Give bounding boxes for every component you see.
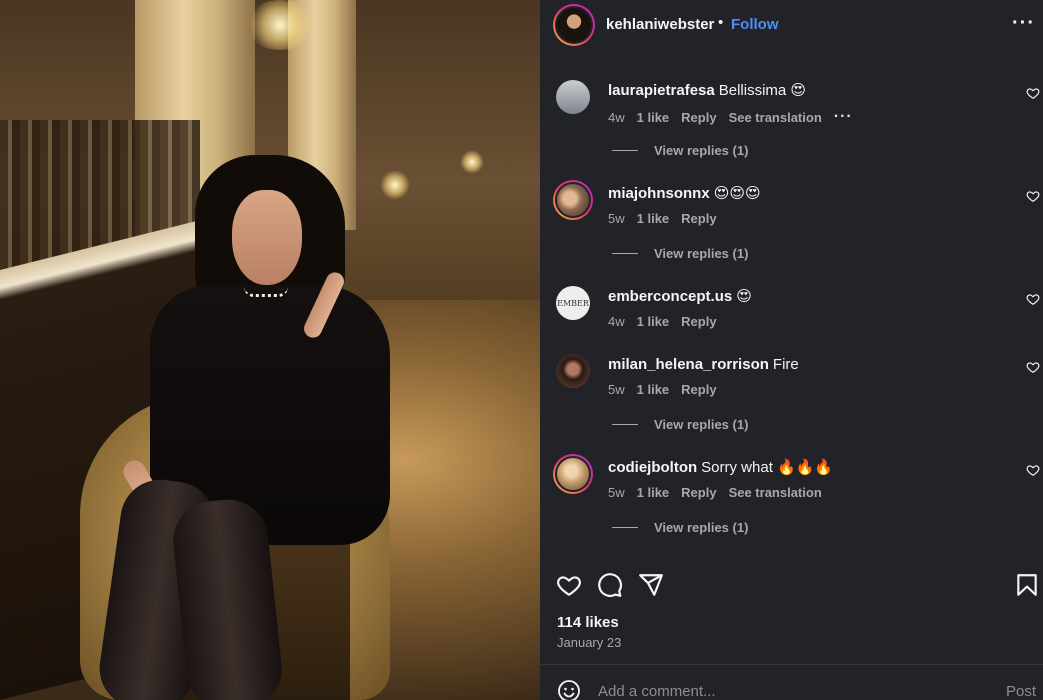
comment-username[interactable]: miajohnsonnx (608, 185, 710, 202)
comment-age: 4w (608, 109, 625, 125)
comment-likes[interactable]: 1 like (637, 211, 670, 226)
comment-likes[interactable]: 1 like (637, 314, 670, 329)
view-replies-label[interactable]: View replies (1) (654, 417, 748, 432)
comment-input[interactable] (598, 683, 978, 700)
comment-age: 5w (608, 211, 625, 226)
comment-avatar-logo: EMBER (557, 298, 589, 308)
comment-like-icon[interactable] (1026, 463, 1040, 477)
comment-likes[interactable]: 1 like (637, 382, 670, 397)
comment-likes[interactable]: 1 like (637, 485, 670, 500)
replies-line (612, 527, 638, 528)
view-replies-button[interactable]: View replies (1) (612, 520, 748, 535)
header-separator: • (718, 14, 724, 31)
comment-text: Sorry what 🔥🔥🔥 (701, 459, 834, 476)
comment-age: 5w (608, 382, 625, 397)
comment-username[interactable]: codiejbolton (608, 459, 697, 476)
comment-like-icon[interactable] (1026, 189, 1040, 203)
photo-chandelier (245, 0, 315, 50)
comment-text: Bellissima 😍 (718, 82, 807, 99)
send-icon[interactable] (638, 572, 664, 598)
see-translation-button[interactable]: See translation (729, 110, 822, 125)
likes-count[interactable]: 114 likes (557, 614, 619, 631)
post-viewer: kehlaniwebster • Follow ··· laurapietraf… (0, 0, 1043, 700)
comment-like-icon[interactable] (1026, 292, 1040, 306)
replies-line (612, 424, 638, 425)
view-replies-label[interactable]: View replies (1) (654, 143, 748, 158)
reply-button[interactable]: Reply (681, 485, 716, 500)
comment-composer: Post (540, 665, 1043, 700)
comment-likes[interactable]: 1 like (637, 110, 670, 125)
author-avatar[interactable] (553, 4, 595, 46)
bookmark-icon[interactable] (1014, 572, 1040, 598)
comment-avatar[interactable] (556, 354, 590, 388)
reply-button[interactable]: Reply (681, 211, 716, 226)
replies-line (612, 253, 638, 254)
comment-like-icon[interactable] (1026, 360, 1040, 374)
comment-age: 5w (608, 485, 625, 500)
comment-username[interactable]: laurapietrafesa (608, 82, 715, 99)
view-replies-label[interactable]: View replies (1) (654, 246, 748, 261)
view-replies-label[interactable]: View replies (1) (654, 520, 748, 535)
follow-button[interactable]: Follow (731, 16, 779, 33)
heart-icon[interactable] (556, 572, 582, 598)
comment-more-icon[interactable]: ··· (834, 108, 853, 126)
comment-text: 😍😍😍 (713, 185, 761, 202)
post-header: kehlaniwebster • Follow ··· (540, 0, 1043, 50)
reply-button[interactable]: Reply (681, 382, 716, 397)
comment-username[interactable]: emberconcept.us (608, 288, 732, 305)
see-translation-button[interactable]: See translation (729, 485, 822, 500)
post-photo[interactable] (0, 0, 540, 700)
emoji-icon[interactable] (557, 679, 581, 700)
comment-icon[interactable] (597, 572, 623, 598)
more-options-icon[interactable]: ··· (1012, 12, 1035, 35)
comment-text: 😍 (736, 288, 752, 305)
comments-panel: kehlaniwebster • Follow ··· laurapietraf… (540, 0, 1043, 700)
replies-line (612, 150, 638, 151)
comment-username[interactable]: milan_helena_rorrison (608, 356, 769, 373)
comment-text: Fire (772, 356, 799, 373)
view-replies-button[interactable]: View replies (1) (612, 143, 748, 158)
reply-button[interactable]: Reply (681, 110, 716, 125)
comment-avatar[interactable]: EMBER (556, 286, 590, 320)
view-replies-button[interactable]: View replies (1) (612, 246, 748, 261)
photo-necklace (244, 287, 288, 297)
reply-button[interactable]: Reply (681, 314, 716, 329)
view-replies-button[interactable]: View replies (1) (612, 417, 748, 432)
comment-age: 4w (608, 314, 625, 329)
author-username[interactable]: kehlaniwebster (606, 16, 714, 33)
photo-face (232, 190, 302, 285)
post-button[interactable]: Post (1006, 683, 1036, 700)
photo-lamp (460, 150, 484, 174)
comment-avatar[interactable] (553, 454, 593, 494)
comment-like-icon[interactable] (1026, 86, 1040, 100)
photo-lamp (380, 170, 410, 200)
post-date: January 23 (557, 635, 622, 650)
comment-avatar[interactable] (556, 80, 590, 114)
action-bar (540, 570, 1043, 600)
comment-avatar[interactable] (553, 180, 593, 220)
